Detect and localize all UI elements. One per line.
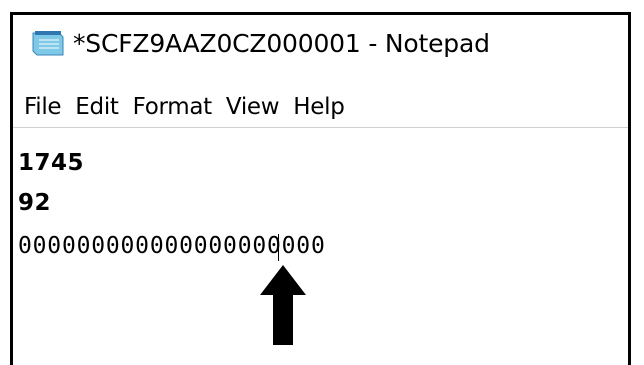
arrow-up-icon [260,265,306,345]
menu-bar: File Edit Format View Help [13,89,359,125]
editor-line-1: 1745 [18,150,85,176]
menu-view[interactable]: View [226,94,280,120]
text-caret [278,234,279,261]
menu-file[interactable]: File [24,94,62,120]
window-title: *SCFZ9AAZ0CZ000001 - Notepad [73,29,490,58]
notepad-icon [29,30,65,57]
title-bar[interactable]: *SCFZ9AAZ0CZ000001 - Notepad [13,15,628,73]
editor-line-3: 000000000000000000000 [18,233,326,259]
editor-line-2: 92 [18,190,52,216]
menu-help[interactable]: Help [293,94,345,120]
menu-edit[interactable]: Edit [75,94,119,120]
text-editor-area[interactable]: 1745 92 000000000000000000000 [13,127,628,365]
menu-format[interactable]: Format [133,94,213,120]
notepad-window: *SCFZ9AAZ0CZ000001 - Notepad File Edit F… [10,12,631,365]
